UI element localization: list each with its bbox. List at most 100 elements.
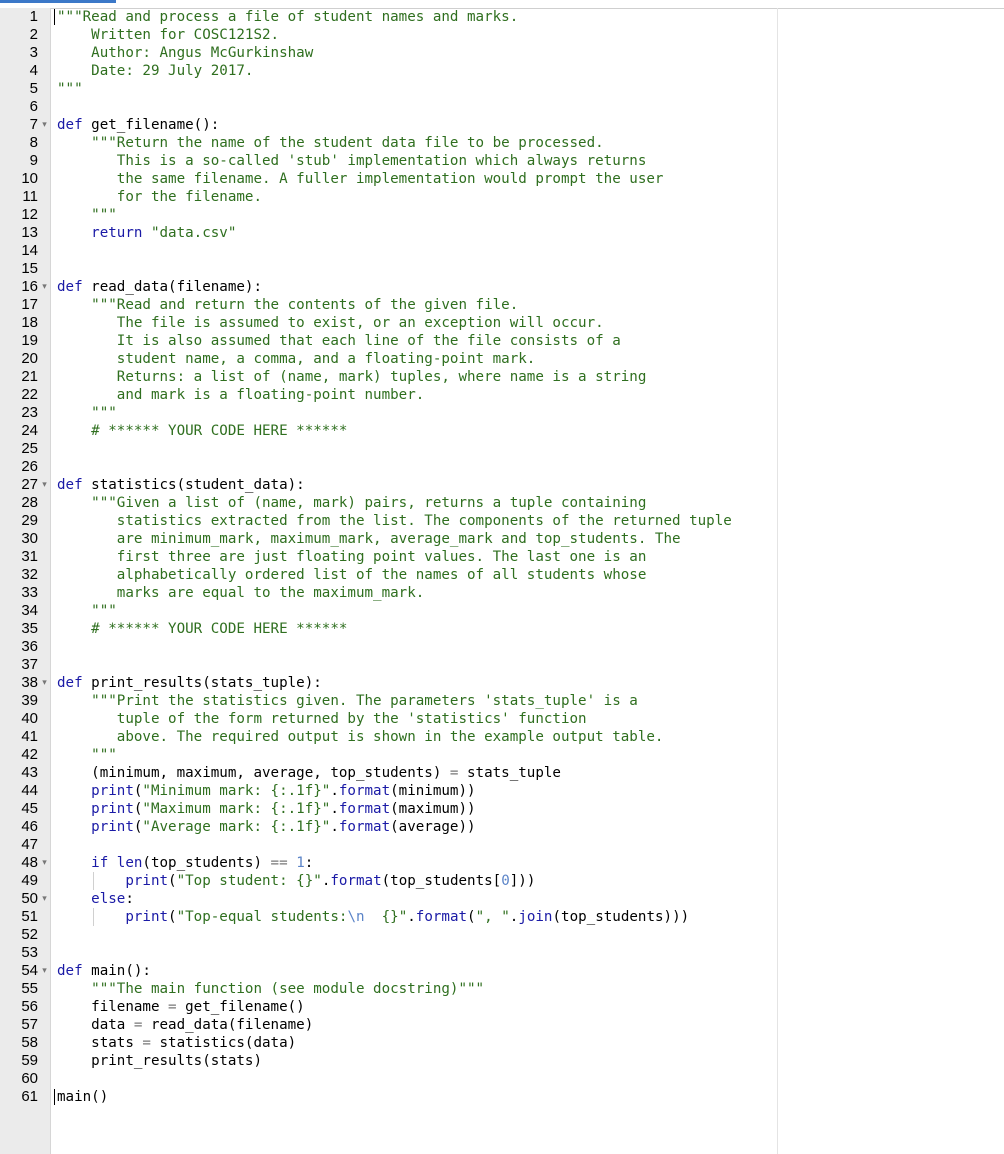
code-line[interactable]: 21 Returns: a list of (name, mark) tuple… [0,368,1004,386]
code-line[interactable]: 26 [0,458,1004,476]
code-token: """ [57,81,83,97]
code-token: "data.csv" [150,225,237,241]
code-line[interactable]: 27 ▾ def statistics(student_data): [0,476,1004,494]
code-line[interactable]: 33 marks are equal to the maximum_mark. [0,584,1004,602]
code-line[interactable]: 57 data = read_data(filename) [0,1016,1004,1034]
code-line[interactable]: 19 It is also assumed that each line of … [0,332,1004,350]
code-line[interactable]: 15 [0,260,1004,278]
code-token: "Minimum mark: {:.1f}" [142,783,331,799]
code-line[interactable]: 18 The file is assumed to exist, or an e… [0,314,1004,332]
code-line[interactable]: 43 (minimum, maximum, average, top_stude… [0,764,1004,782]
code-token: = [168,999,177,1015]
line-number: 7 [29,116,38,133]
code-text: Written for COSC121S2. [57,26,279,44]
code-line[interactable]: 20 student name, a comma, and a floating… [0,350,1004,368]
fold-toggle-icon[interactable]: ▾ [40,674,49,692]
code-line[interactable]: 8 """Return the name of the student data… [0,134,1004,152]
fold-toggle-icon[interactable]: ▾ [40,476,49,494]
code-line[interactable]: 16 ▾ def read_data(filename): [0,278,1004,296]
code-token: read_data(filename) [142,1017,314,1033]
code-line[interactable]: 45 print("Maximum mark: {:.1f}".format(m… [0,800,1004,818]
code-line[interactable]: 48 ▾ if len(top_students) == 1: [0,854,1004,872]
code-line[interactable]: 31 first three are just floating point v… [0,548,1004,566]
code-line[interactable]: 30 are minimum_mark, maximum_mark, avera… [0,530,1004,548]
code-line[interactable]: 14 [0,242,1004,260]
code-text: if len(top_students) == 1: [57,854,313,872]
code-line[interactable]: 29 statistics extracted from the list. T… [0,512,1004,530]
code-text: The file is assumed to exist, or an exce… [57,314,604,332]
code-text: # ****** YOUR CODE HERE ****** [57,422,347,440]
line-number: 43 [21,764,38,781]
code-text: print("Top-equal students:\n {}".format(… [57,908,689,926]
fold-toggle-icon[interactable]: ▾ [40,890,49,908]
code-line[interactable]: 3 Author: Angus McGurkinshaw [0,44,1004,62]
code-line[interactable]: 12 """ [0,206,1004,224]
code-token: """Print the statistics given. The param… [57,693,638,709]
code-line[interactable]: 13 return "data.csv" [0,224,1004,242]
line-number: 46 [21,818,38,835]
code-line[interactable]: 4 Date: 29 July 2017. [0,62,1004,80]
code-line[interactable]: 32 alphabetically ordered list of the na… [0,566,1004,584]
code-text: """Print the statistics given. The param… [57,692,638,710]
code-token: """ [57,207,117,223]
code-token: Author: Angus McGurkinshaw [57,45,314,61]
code-line[interactable]: 2 Written for COSC121S2. [0,26,1004,44]
code-line[interactable]: 60 [0,1070,1004,1088]
code-line[interactable]: 56 filename = get_filename() [0,998,1004,1016]
fold-toggle-icon[interactable]: ▾ [40,116,49,134]
code-line[interactable]: 39 """Print the statistics given. The pa… [0,692,1004,710]
code-token: (top_students[ [381,873,502,889]
code-line[interactable]: 46 print("Average mark: {:.1f}".format(a… [0,818,1004,836]
code-line[interactable]: 9 This is a so-called 'stub' implementat… [0,152,1004,170]
code-line[interactable]: 49 print("Top student: {}".format(top_st… [0,872,1004,890]
code-line[interactable]: 55 """The main function (see module docs… [0,980,1004,998]
code-text: This is a so-called 'stub' implementatio… [57,152,647,170]
code-editor[interactable]: 1 """Read and process a file of student n… [0,8,1004,1106]
code-line[interactable]: 53 [0,944,1004,962]
code-line[interactable]: 23 """ [0,404,1004,422]
fold-toggle-icon[interactable]: ▾ [40,278,49,296]
code-token: student name, a comma, and a floating-po… [57,351,536,367]
code-token: """ [57,405,117,421]
code-line[interactable]: 22 and mark is a floating-point number. [0,386,1004,404]
code-line[interactable]: 5 """ [0,80,1004,98]
code-text: """The main function (see module docstri… [57,980,484,998]
code-line[interactable]: 59 print_results(stats) [0,1052,1004,1070]
code-line[interactable]: 58 stats = statistics(data) [0,1034,1004,1052]
code-line[interactable]: 11 for the filename. [0,188,1004,206]
code-line[interactable]: 61 main() [0,1088,1004,1106]
code-line[interactable]: 17 """Read and return the contents of th… [0,296,1004,314]
code-line[interactable]: 52 [0,926,1004,944]
line-number: 54 [21,962,38,979]
code-line[interactable]: 37 [0,656,1004,674]
active-tab-indicator[interactable] [0,0,116,3]
fold-toggle-icon[interactable]: ▾ [40,854,49,872]
code-line[interactable]: 28 """Given a list of (name, mark) pairs… [0,494,1004,512]
code-line[interactable]: 7 ▾ def get_filename(): [0,116,1004,134]
code-line[interactable]: 42 """ [0,746,1004,764]
code-line[interactable]: 34 """ [0,602,1004,620]
code-line[interactable]: 38 ▾ def print_results(stats_tuple): [0,674,1004,692]
code-line[interactable]: 24 # ****** YOUR CODE HERE ****** [0,422,1004,440]
code-line[interactable]: 51 print("Top-equal students:\n {}".form… [0,908,1004,926]
fold-toggle-icon[interactable]: ▾ [40,962,49,980]
code-text: the same filename. A fuller implementati… [57,170,664,188]
code-line[interactable]: 36 [0,638,1004,656]
code-line[interactable]: 25 [0,440,1004,458]
code-line[interactable]: 40 tuple of the form returned by the 'st… [0,710,1004,728]
code-text: filename = get_filename() [57,998,305,1016]
code-token: ])) [509,873,536,889]
code-token: main(): [91,963,151,979]
code-line[interactable]: 50 ▾ else: [0,890,1004,908]
code-line[interactable]: 54 ▾ def main(): [0,962,1004,980]
code-line[interactable]: 6 [0,98,1004,116]
code-line[interactable]: 35 # ****** YOUR CODE HERE ****** [0,620,1004,638]
code-line[interactable]: 10 the same filename. A fuller implement… [0,170,1004,188]
code-token: The file is assumed to exist, or an exce… [57,315,604,331]
code-line[interactable]: 44 print("Minimum mark: {:.1f}".format(m… [0,782,1004,800]
line-number: 22 [21,386,38,403]
code-line[interactable]: 41 above. The required output is shown i… [0,728,1004,746]
code-line[interactable]: 47 [0,836,1004,854]
code-line[interactable]: 1 """Read and process a file of student n… [0,8,1004,26]
code-token: get_filename(): [91,117,220,133]
